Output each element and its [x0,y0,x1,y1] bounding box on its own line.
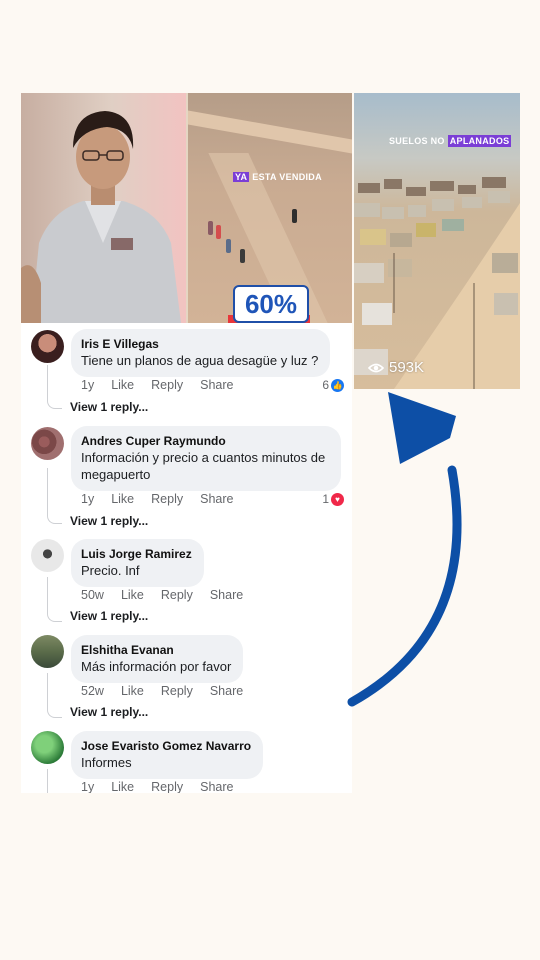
comment-text: Información y precio a cuantos minutos d… [81,450,326,482]
avatar[interactable] [31,635,64,668]
like-button[interactable]: Like [111,492,134,506]
reaction-count: 6 [322,378,329,392]
thumbnail-caption-text: SUELOS NO [389,136,445,146]
settlement-illustration [354,177,520,389]
like-button[interactable]: Like [111,378,134,392]
view-replies-link[interactable]: View 1 reply... [70,514,148,528]
curved-arrow-icon [347,392,462,707]
comment-author[interactable]: Iris E Villegas [81,336,318,352]
comment-bubble: Elshitha Evanan Más información por favo… [71,635,244,683]
sold-badge-text: ESTA VENDIDA [252,172,322,182]
comment-time[interactable]: 1y [81,378,94,392]
view-count-value: 593K [389,359,425,376]
comment-bubble: Iris E Villegas Tiene un planos de agua … [71,329,331,377]
dirt-road [188,110,352,154]
comment-author[interactable]: Luis Jorge Ramirez [81,546,192,562]
comment-time[interactable]: 1y [81,780,94,793]
share-button[interactable]: Share [200,378,233,392]
avatar[interactable] [31,330,64,363]
reply-thread-line [47,577,62,622]
thumbnail-caption: SUELOS NO APLANADOS [389,135,512,147]
comment-text: Tiene un planos de agua desagüe y luz ? [81,353,319,368]
like-button[interactable]: Like [121,588,144,602]
share-button[interactable]: Share [200,780,233,793]
video-collage[interactable]: YA ESTA VENDIDA 60% [21,93,352,323]
share-button[interactable]: Share [210,588,243,602]
comment-bubble: Andres Cuper Raymundo Información y prec… [71,426,341,491]
share-button[interactable]: Share [200,492,233,506]
reaction-count: 1 [322,492,329,506]
avatar[interactable] [31,427,64,460]
reply-button[interactable]: Reply [161,684,193,698]
comment-author[interactable]: Jose Evaristo Gomez Navarro [81,738,251,754]
like-button[interactable]: Like [111,780,134,793]
comment-actions: 52w Like Reply Share [81,684,260,698]
reply-thread-line [47,365,62,409]
comment-bubble: Jose Evaristo Gomez Navarro Informes [71,731,264,779]
share-button[interactable]: Share [210,684,243,698]
video-thumbnail[interactable]: SUELOS NO APLANADOS 593K [354,93,520,389]
person-figure [208,221,213,235]
comment-text: Más información por favor [81,659,232,674]
comment-time[interactable]: 52w [81,684,104,698]
comment-time[interactable]: 50w [81,588,104,602]
reply-button[interactable]: Reply [151,780,183,793]
comments-section: Iris E Villegas Tiene un planos de agua … [21,323,352,793]
comment-actions: 1y Like Reply Share [81,378,250,392]
view-count: 593K [368,359,424,376]
comment-text: Informes [81,755,132,770]
comment-bubble: Luis Jorge Ramirez Precio. Inf [71,539,204,587]
reply-button[interactable]: Reply [151,492,183,506]
thumbnail-caption-highlight: APLANADOS [447,135,512,147]
sold-badge-highlight: YA [233,172,250,182]
comment-actions: 50w Like Reply Share [81,588,260,602]
view-replies-link[interactable]: View 1 reply... [70,705,148,719]
percent-tag: 60% [233,285,309,323]
view-replies-link[interactable]: View 1 reply... [70,609,148,623]
comment-author[interactable]: Andres Cuper Raymundo [81,433,329,449]
presenter-video-frame[interactable] [21,93,186,323]
person-figure [240,249,245,263]
avatar[interactable] [31,539,64,572]
aerial-video-frame[interactable]: YA ESTA VENDIDA 60% [188,93,352,323]
comment-actions: 1y Like Reply Share [81,492,250,506]
person-figure [226,239,231,253]
reply-thread-line [47,468,62,524]
comment-time[interactable]: 1y [81,492,94,506]
comment-actions: 1y Like Reply Share [81,780,250,793]
reply-thread-line [47,673,62,718]
eye-icon [368,363,384,372]
sold-badge: YA ESTA VENDIDA [233,170,322,184]
reply-button[interactable]: Reply [161,588,193,602]
person-figure [292,209,297,223]
reply-button[interactable]: Reply [151,378,183,392]
like-button[interactable]: Like [121,684,144,698]
reply-thread-line [47,769,62,793]
presenter-illustration [21,111,181,323]
comment-text: Precio. Inf [81,563,140,578]
view-replies-link[interactable]: View 1 reply... [70,400,148,414]
comment-author[interactable]: Elshitha Evanan [81,642,231,658]
avatar[interactable] [31,731,64,764]
person-figure [216,225,221,239]
